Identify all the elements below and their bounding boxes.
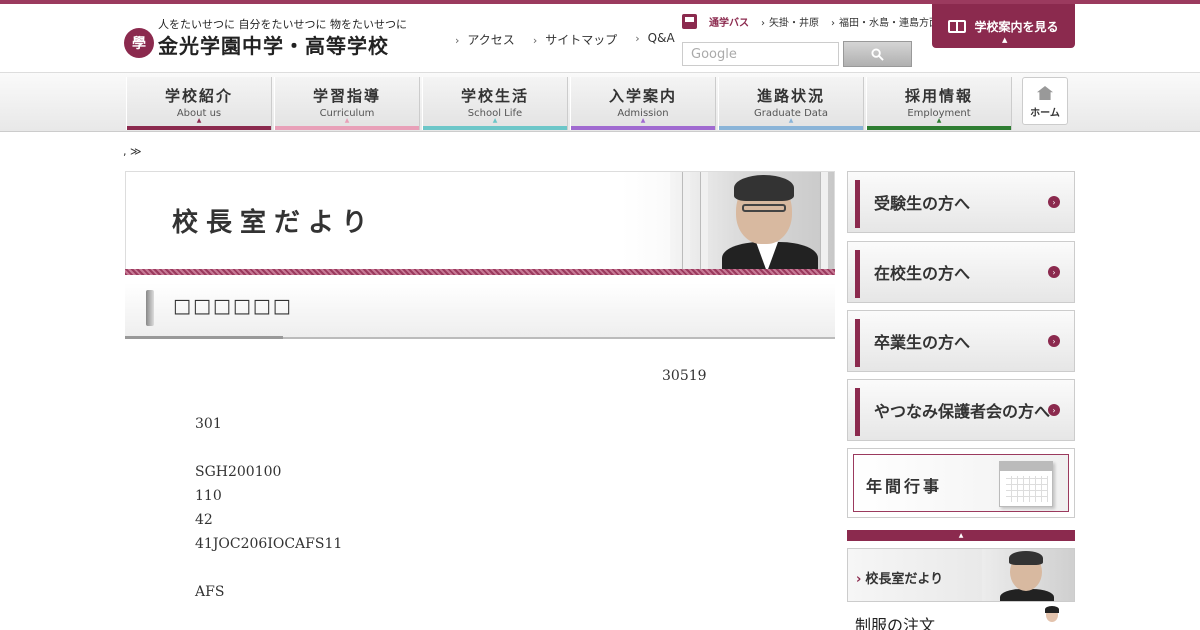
nav-curriculum[interactable]: 学習指導 Curriculum ▲ [274, 77, 420, 130]
nav-color-bar [127, 126, 271, 130]
chevron-right-icon: › [1048, 335, 1060, 347]
home-label: ホーム [1030, 108, 1060, 119]
chevron-up-icon: ▲ [344, 117, 350, 124]
chevron-up-icon: ▲ [936, 117, 942, 124]
chevron-up-icon: ▲ [1002, 36, 1008, 44]
article-heading: □□□□□□ [125, 283, 835, 339]
home-button[interactable]: ホーム [1022, 77, 1068, 125]
school-name: 金光学園中学・高等学校 [158, 34, 389, 58]
access-link[interactable]: アクセス [455, 31, 514, 48]
nav-label: 採用情報 [904, 87, 973, 105]
annual-events-banner[interactable]: 年間行事 [847, 448, 1075, 518]
bus-route-fukuda[interactable]: 福田・水島・連島方面 [831, 14, 939, 29]
nav-admission[interactable]: 入学案内 Admission ▲ [570, 77, 716, 130]
calendar-icon [999, 461, 1053, 507]
article-line: AFS [195, 584, 225, 600]
nav-color-bar [867, 126, 1011, 130]
sidebar-item-students[interactable]: 在校生の方へ › [847, 241, 1075, 303]
bus-info: 通学バス 矢掛・井原 福田・水島・連島方面 [682, 14, 939, 29]
bus-label[interactable]: 通学バス [709, 14, 749, 29]
heading-marker [146, 290, 154, 326]
bus-icon [682, 14, 697, 29]
nav-graduate-data[interactable]: 進路状況 Graduate Data ▲ [718, 77, 864, 130]
chevron-up-icon: ▲ [640, 117, 646, 124]
sidebar-item-label: 受験生の方へ [874, 194, 971, 213]
nav-label: 学習指導 [312, 87, 381, 105]
home-icon [1037, 86, 1053, 100]
article-line: 42 [195, 512, 213, 528]
nav-color-bar [571, 126, 715, 130]
nav-school-life[interactable]: 学校生活 School Life ▲ [422, 77, 568, 130]
sidebar-item-label: 卒業生の方へ [874, 333, 971, 352]
banner-divider [125, 269, 835, 275]
article-line: 41JOC206IOCAFS11 [195, 536, 343, 552]
school-guide-button[interactable]: 学校案内を見る ▲ [932, 4, 1075, 48]
sitemap-link[interactable]: サイトマップ [533, 31, 617, 48]
breadcrumb[interactable]: , ≫ [123, 145, 142, 158]
sidebar-item-graduates[interactable]: 卒業生の方へ › [847, 310, 1075, 372]
main-nav: 学校紹介 About us ▲ 学習指導 Curriculum ▲ 学校生活 S… [0, 72, 1200, 132]
annual-events-label: 年間行事 [866, 477, 943, 496]
chevron-up-icon: ▲ [788, 117, 794, 124]
student-figure-image [1043, 606, 1061, 630]
bus-route-yakage[interactable]: 矢掛・井原 [761, 14, 819, 29]
nav-label: 学校生活 [460, 87, 529, 105]
nav-label: 進路状況 [756, 87, 825, 105]
chevron-right-icon: › [1048, 404, 1060, 416]
nav-employment[interactable]: 採用情報 Employment ▲ [866, 77, 1012, 130]
sidebar-item-applicants[interactable]: 受験生の方へ › [847, 171, 1075, 233]
uniform-order-banner[interactable]: 制服の注文 [847, 606, 1075, 630]
nav-label: 入学案内 [608, 87, 677, 105]
header-links: アクセス サイトマップ Q&A [455, 31, 675, 48]
nav-color-bar [423, 126, 567, 130]
sidebar-item-label: やつなみ保護者会の方へ [874, 402, 1051, 421]
nav-label: 学校紹介 [164, 87, 233, 105]
school-logo[interactable]: 學 人をたいせつに 自分をたいせつに 物をたいせつに 金光学園中学・高等学校 [124, 14, 407, 60]
chevron-up-icon: ▲ [196, 117, 202, 124]
sidebar-item-parents[interactable]: やつなみ保護者会の方へ › [847, 379, 1075, 441]
principal-blog-banner[interactable]: 校長室だより [847, 548, 1075, 602]
principal-photo [670, 172, 834, 274]
nav-color-bar [719, 126, 863, 130]
site-header: 學 人をたいせつに 自分をたいせつに 物をたいせつに 金光学園中学・高等学校 ア… [0, 4, 1200, 72]
search-button[interactable] [843, 41, 912, 67]
page-banner: 校長室だより [125, 171, 835, 275]
chevron-up-icon[interactable]: ▲ [847, 530, 1075, 541]
article-line: 301 [195, 416, 222, 432]
school-guide-label: 学校案内を見る [974, 19, 1059, 34]
nav-color-bar [275, 126, 419, 130]
uniform-order-label: 制服の注文 [855, 616, 936, 630]
article-line: 110 [195, 488, 222, 504]
chevron-right-icon: › [1048, 196, 1060, 208]
book-icon [948, 19, 967, 33]
chevron-right-icon: › [1048, 266, 1060, 278]
school-emblem-icon: 學 [124, 28, 154, 58]
article-line: SGH200100 [195, 464, 282, 480]
chevron-up-icon: ▲ [492, 117, 498, 124]
article-date: 30519 [662, 368, 707, 384]
nav-about[interactable]: 学校紹介 About us ▲ [126, 77, 272, 130]
qa-link[interactable]: Q&A [635, 31, 675, 48]
article-title: □□□□□□ [173, 295, 293, 317]
search-input[interactable]: Google [682, 42, 839, 66]
page-title: 校長室だより [172, 208, 376, 238]
principal-blog-label: 校長室だより [856, 568, 943, 587]
search-icon [871, 47, 884, 61]
sidebar-item-label: 在校生の方へ [874, 264, 971, 283]
principal-thumbnail [982, 549, 1074, 601]
